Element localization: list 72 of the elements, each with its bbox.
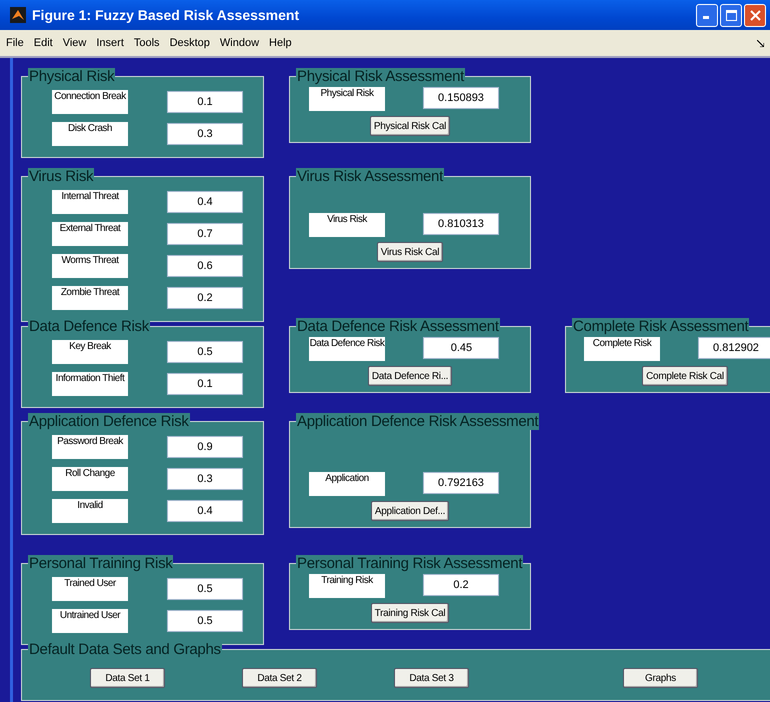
field-label: External Threat: [52, 222, 128, 246]
calculate-button[interactable]: Training Risk Cal: [370, 603, 450, 623]
result-field[interactable]: 0.150893: [423, 87, 499, 109]
panel-title: Personal Training Risk Assessment: [296, 555, 524, 572]
minimize-button[interactable]: [696, 4, 718, 26]
value-field[interactable]: 0.6: [167, 255, 243, 277]
field-label: Password Break: [52, 435, 128, 459]
menu-item[interactable]: File: [6, 37, 24, 49]
field-label: Trained User: [52, 577, 128, 601]
result-label: Data Defence Risk: [308, 337, 386, 361]
field-label: Information Thieft: [52, 372, 128, 396]
result-field[interactable]: 0.810313: [423, 213, 499, 235]
field-label: Invalid: [52, 499, 128, 523]
field-label: Key Break: [52, 340, 128, 364]
data-set-button[interactable]: Data Set 2: [242, 668, 317, 688]
value-field[interactable]: 0.1: [167, 373, 243, 395]
field-label: Roll Change: [52, 467, 128, 491]
value-field[interactable]: 0.7: [167, 223, 243, 245]
menu-item[interactable]: Window: [220, 37, 260, 49]
result-label: Complete Risk: [584, 337, 660, 361]
result-label: Physical Risk: [309, 87, 385, 111]
value-field[interactable]: 0.9: [167, 436, 243, 458]
calculate-button[interactable]: Application Def...: [370, 501, 450, 521]
data-set-button[interactable]: Data Set 3: [394, 668, 469, 688]
result-label: Application: [309, 472, 385, 496]
value-field[interactable]: 0.3: [167, 468, 243, 490]
data-set-button[interactable]: Graphs: [623, 668, 698, 688]
panel-title: Application Defence Risk: [28, 413, 190, 430]
field-label: Zombie Threat: [52, 286, 128, 310]
panel-title: Personal Training Risk: [28, 555, 174, 572]
field-label: Disk Crash: [52, 122, 128, 146]
result-field[interactable]: 0.792163: [423, 472, 499, 494]
result-label: Virus Risk: [309, 213, 385, 237]
panel-title: Complete Risk Assessment: [572, 318, 750, 335]
value-field[interactable]: 0.2: [167, 287, 243, 309]
window-title: Figure 1: Fuzzy Based Risk Assessment: [32, 7, 300, 23]
value-field[interactable]: 0.1: [167, 91, 243, 113]
result-field[interactable]: 0.812902: [698, 337, 770, 359]
value-field[interactable]: 0.5: [167, 610, 243, 632]
menu-item[interactable]: Desktop: [170, 37, 210, 49]
field-label: Untrained User: [52, 609, 128, 633]
calculate-button[interactable]: Data Defence Ri...: [368, 366, 452, 386]
value-field[interactable]: 0.4: [167, 500, 243, 522]
result-label: Training Risk: [309, 574, 385, 598]
app-logo-icon: [10, 7, 26, 23]
menu-item[interactable]: Help: [269, 37, 292, 49]
data-set-button[interactable]: Data Set 1: [90, 668, 165, 688]
panel-title: Physical Risk: [28, 68, 116, 85]
value-field[interactable]: 0.5: [167, 341, 243, 363]
panel-title: Application Defence Risk Assessment: [296, 413, 540, 430]
field-label: Internal Threat: [52, 190, 128, 214]
dock-arrow-icon[interactable]: [757, 40, 764, 46]
menu-item[interactable]: Tools: [134, 37, 160, 49]
field-label: Worms Threat: [52, 254, 128, 278]
menu-item[interactable]: Insert: [96, 37, 124, 49]
panel-title: Default Data Sets and Graphs: [28, 641, 222, 658]
calculate-button[interactable]: Physical Risk Cal: [370, 116, 450, 136]
value-field[interactable]: 0.3: [167, 123, 243, 145]
result-field[interactable]: 0.45: [423, 337, 500, 359]
calculate-button[interactable]: Virus Risk Cal: [376, 242, 444, 262]
close-icon: [750, 10, 760, 20]
result-field[interactable]: 0.2: [423, 574, 499, 596]
menu-item[interactable]: View: [62, 37, 86, 49]
value-field[interactable]: 0.4: [167, 191, 243, 213]
close-button[interactable]: [744, 4, 766, 26]
maximize-icon: [726, 10, 736, 20]
calculate-button[interactable]: Complete Risk Cal: [642, 366, 728, 386]
value-field[interactable]: 0.5: [167, 578, 243, 600]
menu-item[interactable]: Edit: [34, 37, 53, 49]
panel-title: Physical Risk Assessment: [296, 68, 466, 85]
field-label: Connection Break: [52, 90, 128, 114]
maximize-button[interactable]: [720, 4, 742, 26]
